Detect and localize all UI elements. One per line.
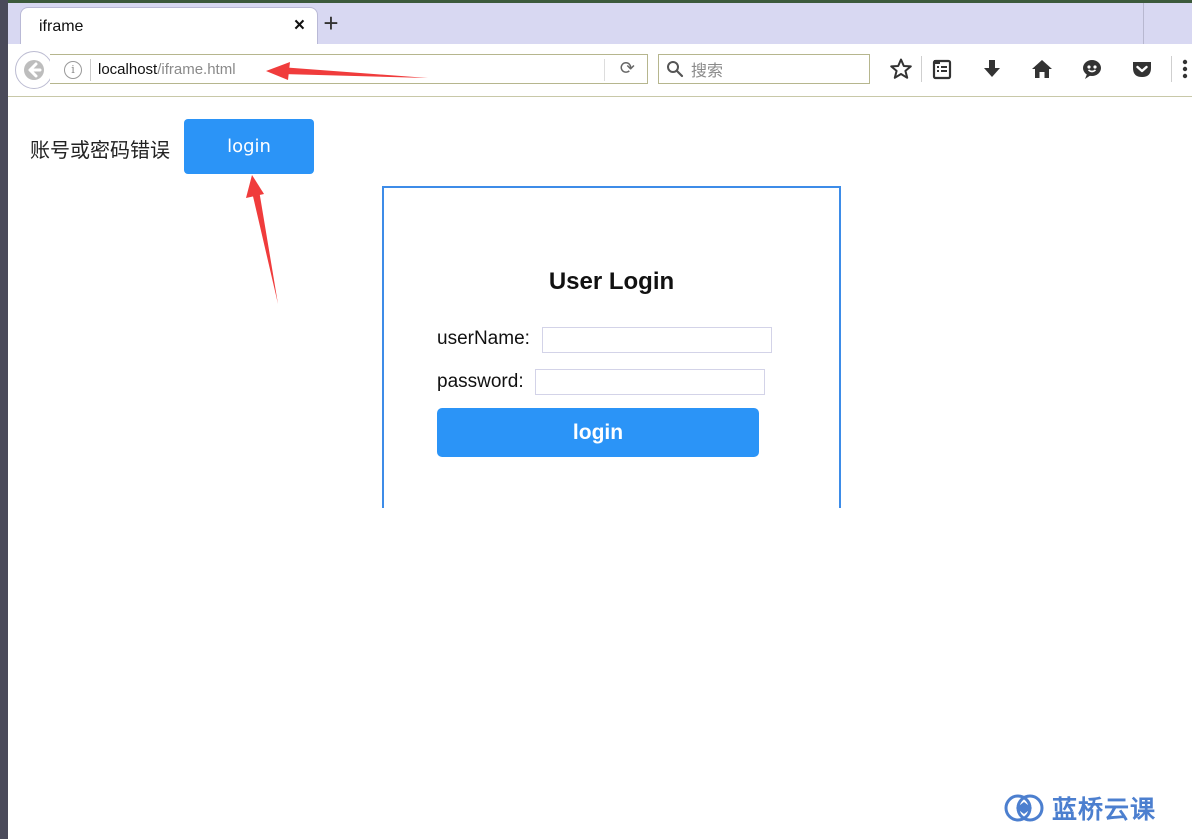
back-arrow-icon — [24, 60, 44, 80]
back-button[interactable] — [15, 51, 53, 89]
url-bar[interactable]: i localhost/iframe.html ⟳ — [50, 54, 648, 84]
login-title: User Login — [548, 268, 675, 295]
login-annotation-arrow — [246, 175, 278, 304]
chat-icon[interactable] — [1078, 55, 1106, 83]
error-message: 账号或密码错误 — [30, 138, 170, 162]
watermark-logo-icon — [1004, 794, 1044, 822]
password-field[interactable] — [535, 369, 765, 395]
toolbar-separator — [1171, 56, 1172, 82]
home-icon[interactable] — [1028, 55, 1056, 83]
tab-iframe[interactable]: iframe × — [20, 7, 318, 46]
tabstrip-divider — [1143, 3, 1144, 44]
login-submit-button[interactable]: login — [437, 408, 759, 457]
new-tab-button[interactable]: + — [316, 8, 346, 38]
star-icon[interactable] — [887, 55, 915, 83]
url-path: /iframe.html — [157, 61, 236, 78]
url-text[interactable]: localhost/iframe.html — [98, 61, 236, 78]
url-host: localhost — [98, 61, 158, 78]
window-left-edge — [0, 0, 8, 839]
close-icon[interactable]: × — [294, 15, 305, 37]
tab-title: iframe — [39, 18, 84, 35]
pocket-icon[interactable] — [1128, 55, 1156, 83]
watermark-text: 蓝桥云课 — [1052, 795, 1157, 824]
download-icon[interactable] — [978, 55, 1006, 83]
reading-list-icon[interactable] — [928, 55, 956, 83]
menu-icon[interactable] — [1178, 55, 1192, 83]
username-label: userName: — [437, 328, 530, 349]
login-iframe: User Login userName: password: login — [382, 186, 841, 508]
watermark: 蓝桥云课 — [1004, 790, 1156, 826]
top-login-button[interactable]: login — [184, 119, 314, 174]
toolbar-separator — [921, 56, 922, 82]
reload-icon[interactable]: ⟳ — [620, 58, 635, 79]
search-bar[interactable] — [658, 54, 870, 84]
navigation-toolbar: i localhost/iframe.html ⟳ — [8, 44, 1192, 97]
search-input[interactable] — [689, 58, 863, 82]
tab-strip: iframe × + — [8, 3, 1192, 46]
url-separator — [90, 59, 91, 81]
search-icon — [667, 61, 684, 78]
password-label: password: — [437, 371, 524, 392]
username-field[interactable] — [542, 327, 772, 353]
info-icon[interactable]: i — [64, 61, 82, 79]
reload-separator — [604, 59, 605, 81]
